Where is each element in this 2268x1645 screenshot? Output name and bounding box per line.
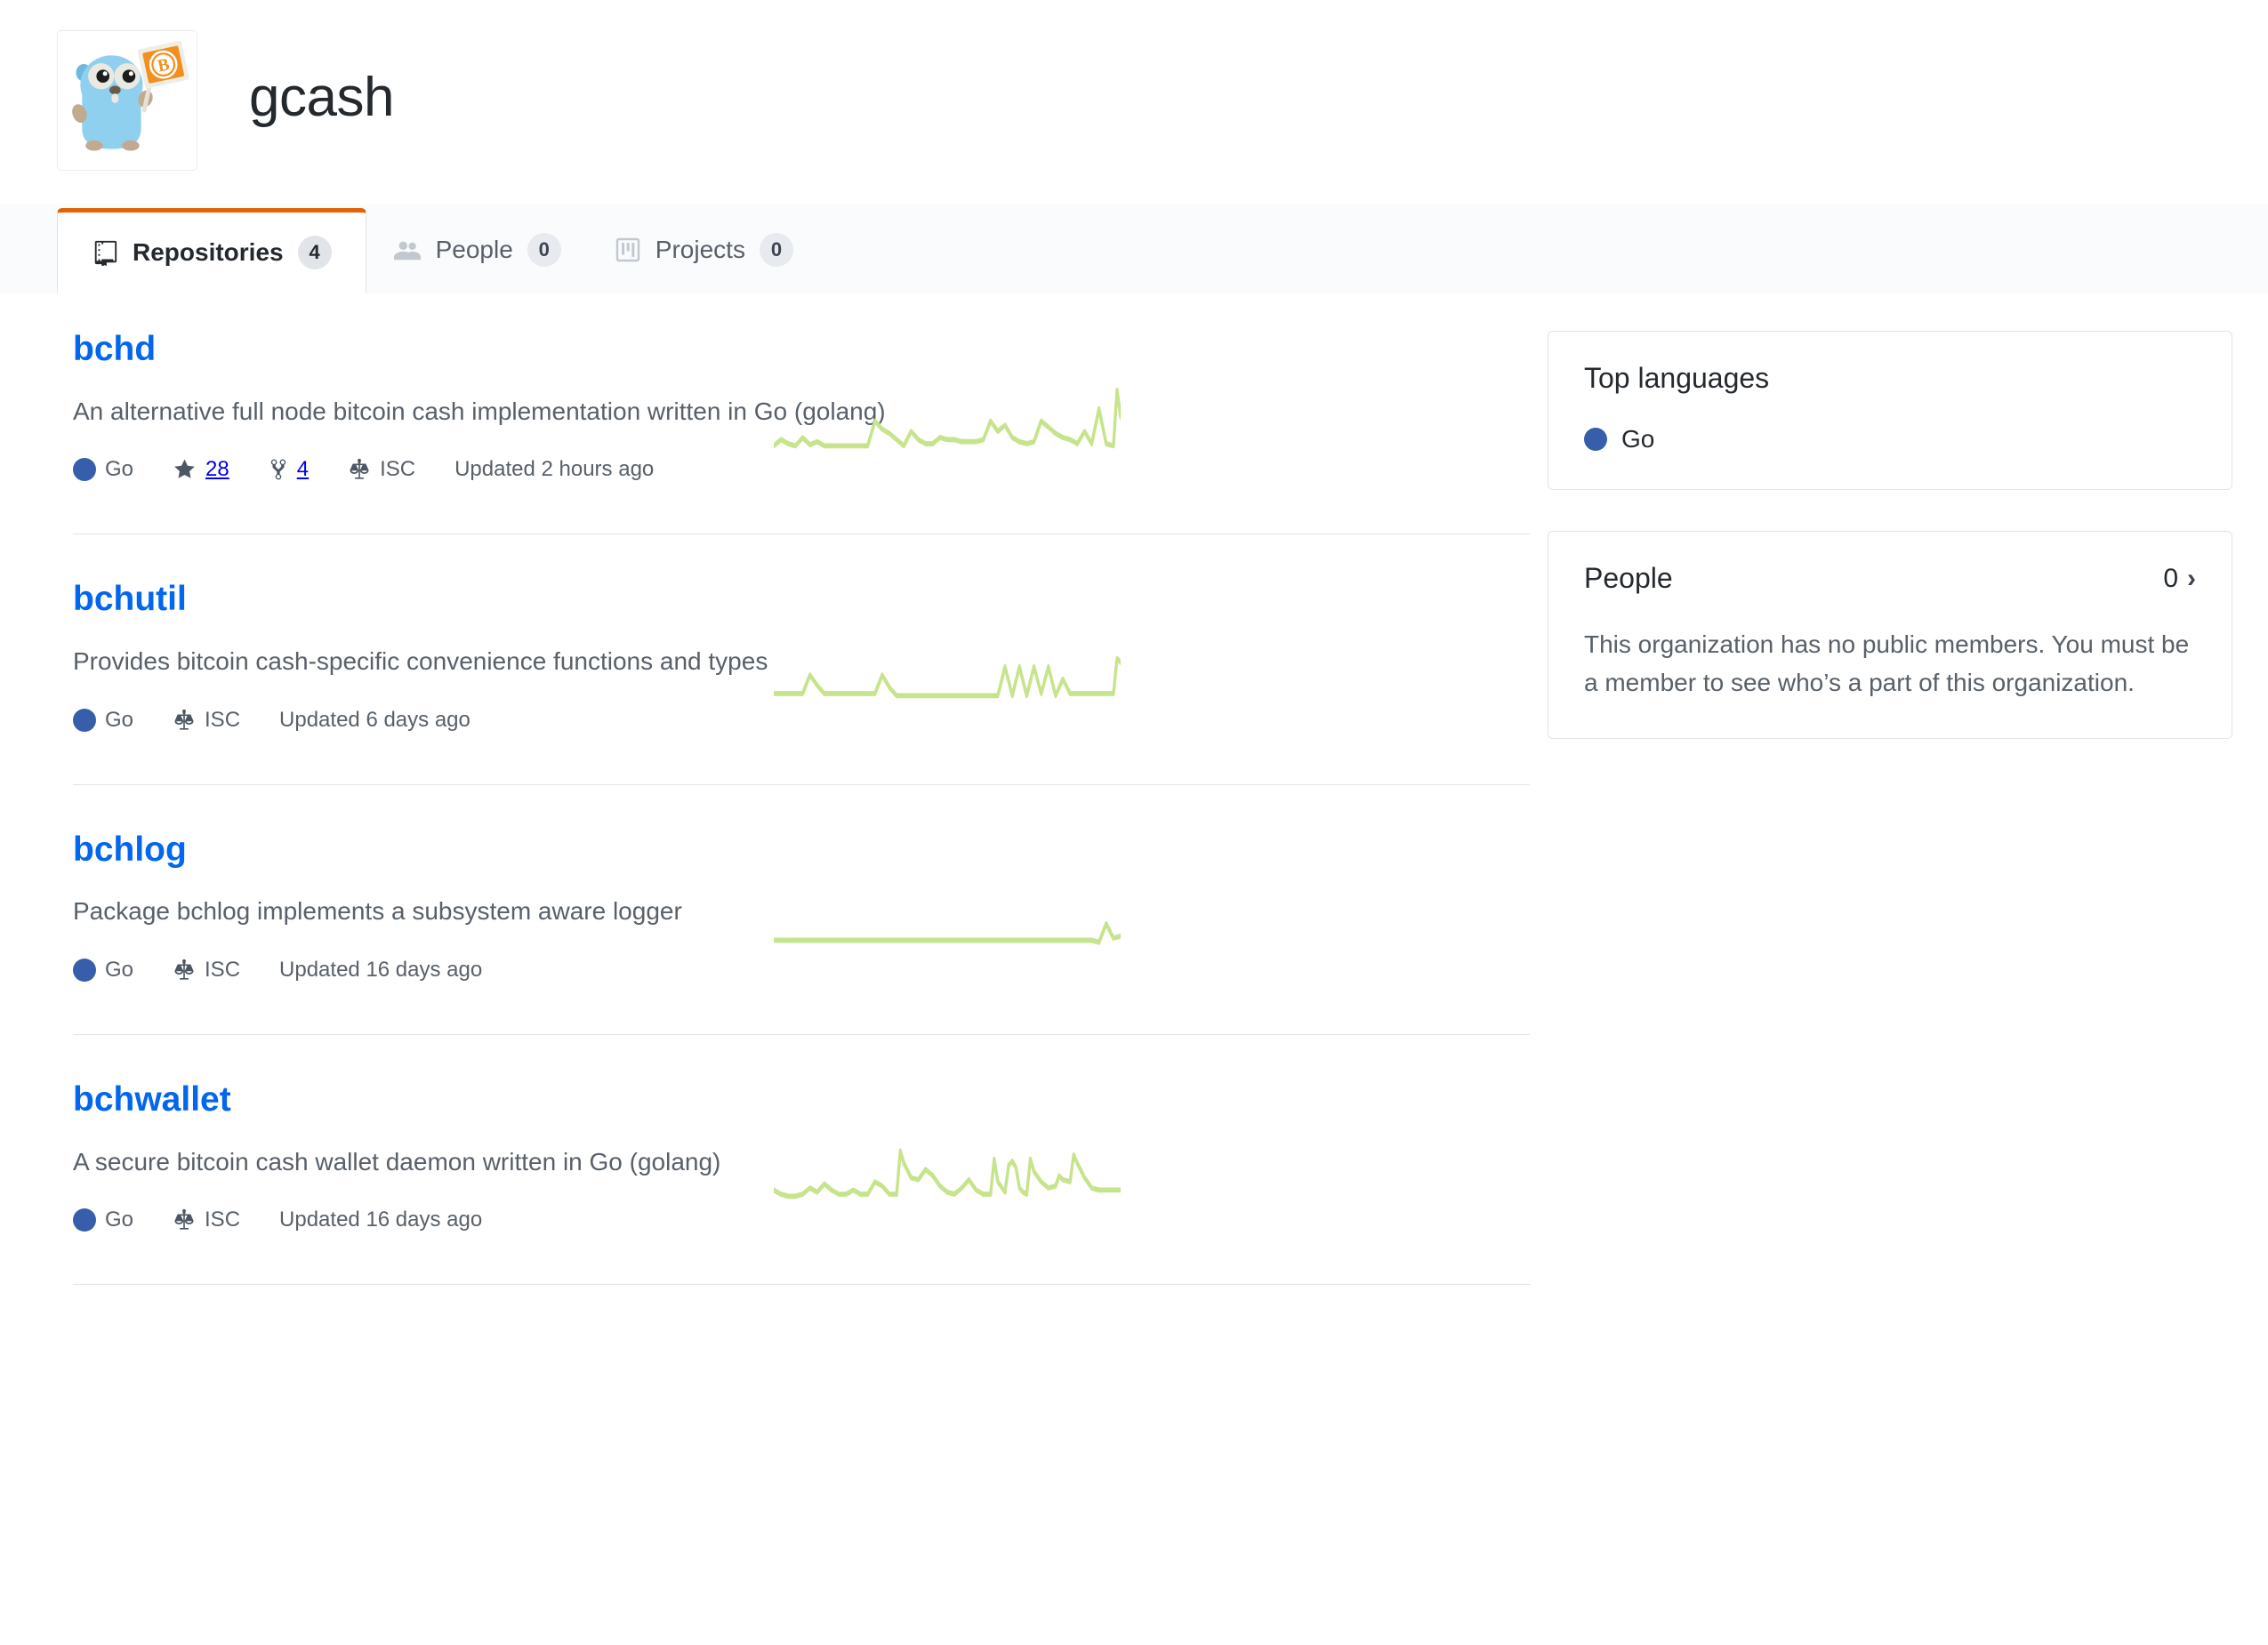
top-language-item[interactable]: Go xyxy=(1584,425,2196,453)
tab-people[interactable]: People 0 xyxy=(366,207,588,293)
law-icon xyxy=(174,959,194,980)
project-icon xyxy=(615,237,641,263)
license-name: ISC xyxy=(380,457,416,482)
repository-list: bchd An alternative full node bitcoin ca… xyxy=(0,330,1530,1331)
main-content: bchd An alternative full node bitcoin ca… xyxy=(0,293,2268,1331)
people-icon xyxy=(393,237,422,263)
people-empty-message: This organization has no public members.… xyxy=(1584,630,2190,697)
language-name: Go xyxy=(105,957,134,982)
people-count-link[interactable]: 0 › xyxy=(2163,564,2196,594)
star-icon xyxy=(174,459,195,479)
fork-count: 4 xyxy=(296,457,310,482)
language-color-dot-icon xyxy=(73,458,96,482)
law-icon xyxy=(350,459,369,479)
org-header: B gcash xyxy=(0,0,2268,171)
repository-item: bchlog Package bchlog implements a subsy… xyxy=(73,831,1530,1035)
tab-projects[interactable]: Projects 0 xyxy=(588,207,820,293)
language-name: Go xyxy=(105,1208,134,1232)
top-languages-card: Top languages Go xyxy=(1548,331,2232,490)
repository-updated: Updated 2 hours ago xyxy=(454,457,655,482)
license-name: ISC xyxy=(205,957,241,982)
repository-meta: Go 28 4 ISC Updated 2 hours ago xyxy=(73,457,1185,482)
repo-icon xyxy=(92,239,118,266)
tab-count-people: 0 xyxy=(527,233,561,267)
org-name-title: gcash xyxy=(249,67,394,128)
repository-updated: Updated 16 days ago xyxy=(279,957,483,982)
repository-language: Go xyxy=(73,958,133,983)
org-sidebar: Top languages Go People 0 › This organiz… xyxy=(1530,331,2232,1331)
repository-language: Go xyxy=(73,457,133,482)
law-icon xyxy=(174,1208,194,1230)
repository-updated: Updated 6 days ago xyxy=(279,707,470,732)
org-profile-page: B gcash Repositories 4 People 0 Projects… xyxy=(0,0,2268,1645)
fork-icon xyxy=(270,459,286,480)
top-language-name[interactable]: Go xyxy=(1621,425,1654,453)
repository-link[interactable]: bchd xyxy=(73,330,156,369)
star-count: 28 xyxy=(205,457,229,482)
language-color-dot-icon xyxy=(73,708,96,732)
repository-meta: Go ISC Updated 6 days ago xyxy=(73,708,1185,733)
law-icon xyxy=(174,709,194,730)
repository-activity-sparkline xyxy=(774,386,1121,450)
repository-link[interactable]: bchutil xyxy=(73,580,187,619)
repository-item: bchd An alternative full node bitcoin ca… xyxy=(73,330,1530,535)
org-avatar[interactable]: B xyxy=(57,30,197,171)
language-name: Go xyxy=(105,457,134,482)
repository-language: Go xyxy=(73,708,133,733)
repository-meta: Go ISC Updated 16 days ago xyxy=(73,1208,1185,1232)
people-card-title: People xyxy=(1584,562,1673,594)
license-name: ISC xyxy=(205,707,241,732)
repository-license: ISC xyxy=(173,1208,240,1232)
language-color-dot-icon xyxy=(73,1208,96,1232)
chevron-right-icon: › xyxy=(2187,563,2196,593)
repository-link[interactable]: bchlog xyxy=(73,831,187,870)
repository-item: bchutil Provides bitcoin cash-specific c… xyxy=(73,580,1530,785)
tab-repositories[interactable]: Repositories 4 xyxy=(57,208,366,293)
tab-count-projects: 0 xyxy=(759,233,793,267)
language-color-dot-icon xyxy=(1584,428,1607,451)
people-count: 0 xyxy=(2163,563,2178,593)
repository-license: ISC xyxy=(173,708,240,733)
top-languages-title: Top languages xyxy=(1584,362,1770,394)
people-card-header: People 0 › xyxy=(1584,562,2196,595)
tab-label-people: People xyxy=(435,236,513,263)
license-name: ISC xyxy=(205,1208,241,1232)
org-tabnav: Repositories 4 People 0 Projects 0 xyxy=(0,205,2268,293)
repository-license: ISC xyxy=(173,958,240,983)
tab-label-projects: Projects xyxy=(655,236,745,263)
tab-count-repositories: 4 xyxy=(297,236,332,269)
gopher-bitcoin-cash-logo-icon: B xyxy=(58,31,197,170)
repository-forks[interactable]: 4 xyxy=(269,457,309,482)
repository-license: ISC xyxy=(348,457,415,482)
repository-activity-sparkline xyxy=(774,1136,1121,1200)
repository-stars[interactable]: 28 xyxy=(173,457,229,482)
repository-meta: Go ISC Updated 16 days ago xyxy=(73,958,1185,983)
language-name: Go xyxy=(105,707,134,732)
top-languages-header: Top languages xyxy=(1584,362,2196,395)
repository-activity-sparkline xyxy=(774,887,1121,951)
repository-link[interactable]: bchwallet xyxy=(73,1080,231,1119)
repository-item: bchwallet A secure bitcoin cash wallet d… xyxy=(73,1080,1530,1286)
language-color-dot-icon xyxy=(73,958,96,982)
repository-language: Go xyxy=(73,1208,133,1232)
repository-activity-sparkline xyxy=(774,636,1121,700)
repository-updated: Updated 16 days ago xyxy=(279,1208,483,1232)
people-card: People 0 › This organization has no publ… xyxy=(1548,531,2232,739)
tab-label-repositories: Repositories xyxy=(133,238,284,266)
